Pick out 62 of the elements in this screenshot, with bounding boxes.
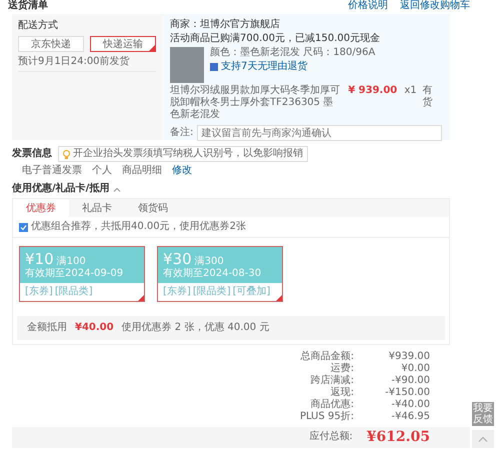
delivery-estimate: 预计9月1日24:00前发货: [18, 56, 156, 72]
photo-placeholder: [170, 47, 204, 83]
coupon-expiry: 有效期至2024-09-09: [25, 268, 124, 280]
coupon-tag: [可叠加]: [232, 286, 270, 298]
coupon-amount: ¥30: [163, 250, 192, 268]
tip-text: 开企业抬头发票须填写纳税人识别号，以免影响报销: [73, 148, 303, 160]
section-title: 使用优惠/礼品卡/抵用: [12, 183, 110, 195]
checkbox-label: 优惠组合推荐，共抵用40.00元，使用优惠券2张: [31, 221, 246, 233]
total-value: ¥0.00: [400, 363, 430, 375]
summary-detail: 使用优惠券 2 张，优惠 40.00 元: [122, 322, 270, 334]
payable-amount: ¥612.05: [366, 429, 430, 446]
total-value: -¥90.00: [390, 375, 430, 387]
coupon-tag: [东券]: [163, 286, 191, 298]
total-label: 返现:: [330, 387, 354, 398]
total-value: -¥150.00: [384, 387, 430, 399]
product-price: ¥ 939.00: [348, 85, 398, 97]
back-to-top-button[interactable]: [472, 430, 494, 448]
total-label: PLUS 95折:: [300, 411, 354, 423]
coupon-condition: 满100: [56, 256, 86, 268]
return-badge-icon: [210, 63, 218, 71]
coupon-tag: [限品类]: [54, 286, 93, 298]
coupon-expiry: 有效期至2024-08-30: [163, 268, 262, 280]
delivery-label: 配送方式: [18, 20, 59, 32]
checkbox[interactable]: [19, 222, 28, 232]
bulb-icon: [63, 150, 70, 158]
remark-field[interactable]: 建议留言前先与商家沟通确认: [197, 125, 442, 141]
total-label: 总商品金额:: [300, 351, 354, 362]
header-link[interactable]: 价格说明: [348, 0, 388, 12]
up-caret-icon: [478, 436, 488, 442]
tab[interactable]: 领货码: [125, 199, 181, 217]
seller-name: 商家：坦博尔官方旗舰店: [170, 19, 281, 31]
section-title: 发票信息: [12, 148, 52, 160]
stock-status: 有货: [422, 85, 434, 109]
product-quantity: x1: [404, 85, 417, 97]
summary-label: 金额抵用: [27, 322, 67, 334]
delivery-option-button[interactable]: 快递运输: [90, 36, 156, 52]
delivery-option-button[interactable]: 京东快递: [18, 36, 84, 52]
total-label: 跨店满减:: [310, 375, 354, 386]
total-label: 商品优惠:: [310, 399, 354, 411]
product-spec: 颜色：墨色新老混发 尺码：180/96A: [210, 47, 376, 59]
product-title[interactable]: 坦博尔羽绒服男款加厚大码冬季加厚可脱卸帽秋冬男士厚外套TF236305 墨色新老混发: [170, 85, 342, 121]
payable-label: 应付总额:: [309, 431, 353, 444]
summary-amount: ¥40.00: [75, 322, 114, 334]
edit-link[interactable]: 修改: [172, 165, 192, 177]
tab[interactable]: 优惠券: [13, 199, 69, 217]
invoice-holder: 个人: [92, 165, 112, 177]
tab[interactable]: 礼品卡: [69, 199, 125, 217]
coupon-amount: ¥10: [25, 250, 54, 268]
invoice-type: 电子普通发票: [22, 165, 82, 177]
total-value: ¥939.00: [388, 351, 430, 363]
coupon-tag: [东券]: [25, 286, 53, 298]
invoice-content: 商品明细: [122, 165, 162, 177]
total-value: -¥40.00: [390, 399, 430, 411]
feedback-button[interactable]: 我要反馈: [472, 402, 494, 426]
return-policy: 支持7天无理由退货: [221, 61, 308, 73]
total-label: 运费:: [330, 363, 354, 374]
remark-label: 备注:: [170, 127, 194, 139]
coupon-condition: 满300: [194, 256, 224, 268]
promo-text: 活动商品已购满700.00元，已减150.00元现金: [170, 33, 381, 45]
caret-icon[interactable]: [113, 186, 122, 192]
total-value: -¥46.95: [390, 411, 430, 423]
coupon-tag: [限品类]: [192, 286, 231, 298]
